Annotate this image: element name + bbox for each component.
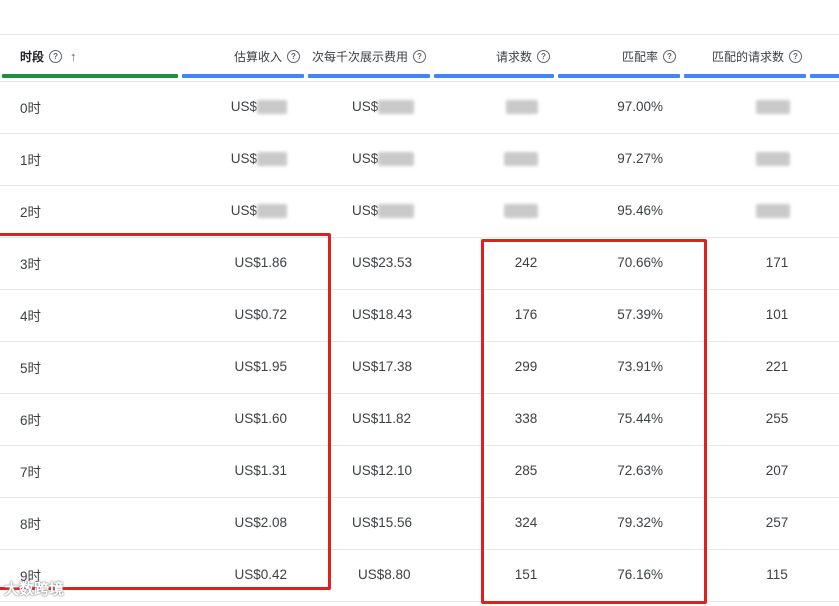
column-header-rpm[interactable]: 次每千次展示费用 ? (306, 34, 432, 78)
column-header-revenue-label: 估算收入 (233, 49, 282, 64)
rpm-cell: US$ (352, 133, 415, 184)
help-circle-icon[interactable]: ? (413, 49, 426, 63)
period-cell: 2时 (20, 204, 42, 220)
redacted-value (257, 151, 287, 166)
matched-cell (756, 185, 790, 236)
rpm-cell: US$23.53 (352, 255, 413, 270)
highlight-box-requests-match (481, 239, 707, 604)
rpm-cell: US$12.10 (352, 463, 413, 478)
help-circle-icon[interactable]: ? (287, 49, 300, 63)
rpm-prefix: US$ (352, 151, 379, 166)
rpm-cell: US$ (352, 81, 415, 132)
column-header-period[interactable]: 时段 ? ↑ (0, 34, 180, 78)
redacted-value (378, 203, 415, 218)
period-cell: 1时 (20, 152, 42, 168)
revenue-cell: US$ (180, 81, 287, 132)
arrow-up-icon[interactable]: ↑ (70, 49, 77, 64)
top-toolbar (0, 0, 839, 35)
column-header-rpm-label: 次每千次展示费用 (311, 49, 408, 64)
matched-cell (756, 133, 790, 184)
matched-cell: 221 (765, 359, 789, 374)
matched-cell: 255 (765, 411, 789, 426)
matched-cell: 171 (765, 255, 789, 270)
column-header-period-label: 时段 (20, 49, 45, 64)
rpm-prefix: US$ (352, 99, 379, 114)
matched-cell (756, 81, 790, 132)
column-accent-bar (308, 74, 430, 78)
column-accent-bar (182, 74, 304, 78)
table-header: 时段 ? ↑ 估算收入 ? 次每千次展示费用 ? 请求数 ? 匹配率 ? 匹配的… (0, 34, 839, 82)
column-accent-bar (684, 74, 806, 78)
requests-cell (504, 133, 538, 184)
help-circle-icon[interactable]: ? (49, 49, 63, 63)
rpm-cell: US$11.82 (352, 411, 412, 426)
revenue-prefix: US$ (230, 203, 257, 218)
rpm-prefix: US$ (352, 203, 379, 218)
redacted-value (504, 203, 538, 218)
help-circle-icon[interactable]: ? (789, 49, 802, 63)
redacted-value (504, 151, 538, 166)
column-header-next[interactable] (808, 34, 839, 78)
redacted-value (378, 151, 415, 166)
redacted-value (756, 99, 790, 114)
redacted-value (257, 203, 287, 218)
rpm-cell: US$15.56 (352, 515, 413, 530)
match-rate-cell: 97.27% (617, 151, 663, 166)
column-accent-bar (2, 74, 178, 78)
column-header-requests-label: 请求数 (495, 49, 532, 64)
revenue-cell: US$ (180, 185, 287, 236)
revenue-prefix: US$ (230, 151, 257, 166)
table-row[interactable]: 2时 US$ US$ 95.46% (0, 185, 839, 238)
column-header-revenue[interactable]: 估算收入 ? (180, 34, 306, 78)
column-header-match-rate-label: 匹配率 (621, 49, 658, 64)
match-rate-cell: 95.46% (617, 203, 663, 218)
rpm-cell: US$8.80 (358, 567, 411, 582)
help-circle-icon[interactable]: ? (663, 49, 676, 63)
redacted-value (756, 151, 790, 166)
column-header-matched-requests-label: 匹配的请求数 (711, 49, 784, 64)
column-header-match-rate[interactable]: 匹配率 ? (556, 34, 682, 78)
period-cell: 0时 (20, 100, 42, 116)
matched-cell: 207 (765, 463, 789, 478)
column-accent-bar (558, 74, 680, 78)
column-accent-bar (810, 74, 839, 78)
matched-cell: 257 (765, 515, 789, 530)
column-header-requests[interactable]: 请求数 ? (432, 34, 556, 78)
rpm-cell: US$18.43 (352, 307, 413, 322)
table-row[interactable]: 0时 US$ US$ 97.00% (0, 81, 839, 134)
matched-cell: 115 (766, 567, 788, 582)
help-circle-icon[interactable]: ? (537, 49, 550, 63)
matched-cell: 101 (765, 307, 789, 322)
highlight-box-revenue (0, 233, 331, 590)
revenue-cell: US$ (180, 133, 287, 184)
requests-cell (506, 81, 538, 132)
revenue-prefix: US$ (230, 99, 257, 114)
rpm-cell: US$17.38 (352, 359, 413, 374)
watermark-text: 大数跨境 (4, 581, 65, 598)
column-accent-bar (434, 74, 554, 78)
rpm-cell: US$ (352, 185, 415, 236)
column-header-matched-requests[interactable]: 匹配的请求数 ? (682, 34, 808, 78)
redacted-value (756, 203, 790, 218)
redacted-value (506, 99, 538, 114)
redacted-value (378, 99, 415, 114)
requests-cell (504, 185, 538, 236)
table-row[interactable]: 1时 US$ US$ 97.27% (0, 133, 839, 186)
watermark-logo: 大数跨境 (4, 578, 64, 599)
redacted-value (257, 99, 287, 114)
match-rate-cell: 97.00% (617, 99, 663, 114)
